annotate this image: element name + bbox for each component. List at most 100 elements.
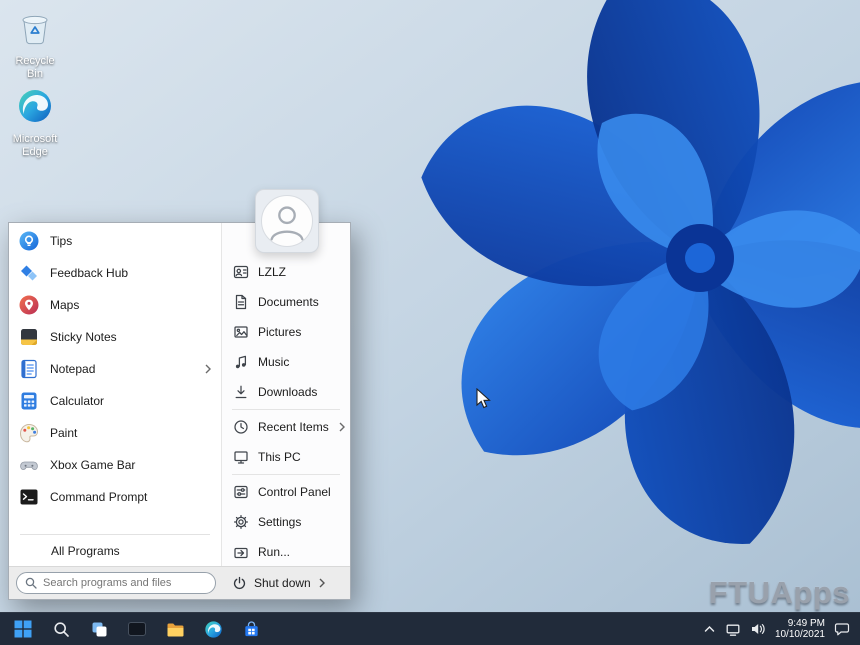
start-menu-item-label: Run... [258, 545, 291, 559]
desktop-icon-microsoft-edge[interactable]: Microsoft Edge [6, 86, 64, 158]
desktop: Recycle Bin Microsoft Edge FTUApps Tips … [0, 0, 860, 645]
all-programs-button[interactable]: All Programs [9, 537, 221, 564]
start-menu-item-label: LZLZ [258, 265, 287, 279]
start-menu-item-settings[interactable]: Settings [222, 507, 350, 537]
start-menu-item-label: Calculator [50, 394, 105, 408]
desktop-icon-recycle-bin[interactable]: Recycle Bin [6, 8, 64, 80]
volume-button[interactable] [750, 622, 766, 636]
calculator-icon [18, 390, 40, 412]
network-button[interactable] [725, 622, 741, 637]
start-menu: Tips Feedback Hub Maps Sticky Notes Note… [8, 189, 351, 600]
picture-icon [234, 326, 248, 338]
person-icon [270, 206, 304, 241]
start-menu-bottom-bar: Shut down [9, 566, 350, 599]
divider [20, 534, 210, 535]
start-menu-item-maps[interactable]: Maps [9, 289, 221, 321]
start-menu-item-label: Notepad [50, 362, 96, 376]
start-menu-item-pictures[interactable]: Pictures [222, 317, 350, 347]
task-view-icon [92, 622, 106, 636]
watermark: FTUApps [708, 575, 850, 610]
pinned-app-button[interactable] [122, 615, 152, 644]
start-menu-item-label: Control Panel [258, 485, 331, 499]
search-icon [25, 577, 37, 589]
computer-icon [234, 451, 248, 464]
user-avatar-tile[interactable] [255, 189, 319, 253]
start-menu-item-sticky-notes[interactable]: Sticky Notes [9, 321, 221, 353]
start-menu-item-tips[interactable]: Tips [9, 225, 221, 257]
microsoft-store-button[interactable] [236, 615, 266, 644]
divider [232, 409, 340, 410]
paint-icon [18, 422, 40, 444]
taskbar-clock[interactable]: 9:49 PM 10/10/2021 [775, 618, 825, 641]
network-icon [726, 624, 740, 636]
start-menu-item-label: Maps [50, 298, 80, 312]
dark-window-icon [128, 622, 146, 636]
start-menu-item-downloads[interactable]: Downloads [222, 377, 350, 407]
start-menu-item-label: Tips [50, 234, 73, 248]
search-input[interactable] [43, 577, 207, 589]
start-menu-item-control-panel[interactable]: Control Panel [222, 477, 350, 507]
run-icon [234, 547, 248, 559]
shut-down-chevron-icon [319, 578, 325, 588]
search-box[interactable] [16, 572, 216, 594]
notifications-button[interactable] [834, 621, 850, 637]
start-menu-item-feedback-hub[interactable]: Feedback Hub [9, 257, 221, 289]
tray-chevron-up-button[interactable] [703, 623, 716, 635]
start-menu-item-this-pc[interactable]: This PC [222, 442, 350, 472]
all-programs-label: All Programs [51, 543, 120, 558]
shut-down-label: Shut down [254, 576, 311, 590]
power-icon [233, 576, 246, 589]
folder-icon [167, 623, 183, 636]
maps-icon [18, 294, 40, 316]
desktop-icon-label: Recycle Bin [15, 55, 55, 80]
clock-icon [234, 420, 248, 434]
task-view-button[interactable] [84, 615, 114, 644]
start-menu-item-label: Pictures [258, 325, 302, 339]
gear-icon [233, 514, 249, 530]
notepad-icon [18, 358, 40, 380]
taskbar: 9:49 PM 10/10/2021 [0, 612, 860, 645]
music-icon [235, 355, 247, 369]
desktop-icon-label: Microsoft Edge [12, 133, 58, 158]
start-menu-item-paint[interactable]: Paint [9, 417, 221, 449]
start-menu-item-label: Command Prompt [50, 490, 148, 504]
download-icon [235, 385, 247, 399]
start-menu-item-user-folder[interactable]: LZLZ [222, 257, 350, 287]
start-menu-left-panel: Tips Feedback Hub Maps Sticky Notes Note… [9, 223, 221, 566]
edge-button[interactable] [198, 615, 228, 644]
edge-icon [204, 620, 222, 638]
mouse-cursor [476, 387, 493, 415]
start-button[interactable] [8, 615, 38, 644]
start-menu-item-label: Settings [258, 515, 302, 529]
start-menu-item-xbox-game-bar[interactable]: Xbox Game Bar [9, 449, 221, 481]
start-menu-item-documents[interactable]: Documents [222, 287, 350, 317]
start-menu-item-label: Documents [258, 295, 319, 309]
taskbar-search-button[interactable] [46, 615, 76, 644]
start-menu-item-recent-items[interactable]: Recent Items [222, 412, 350, 442]
edge-icon [19, 90, 51, 122]
speaker-icon [751, 624, 765, 634]
file-explorer-button[interactable] [160, 615, 190, 644]
start-menu-item-label: Sticky Notes [50, 330, 117, 344]
start-menu-item-command-prompt[interactable]: Command Prompt [9, 481, 221, 513]
tips-icon [18, 230, 40, 252]
user-avatar [261, 195, 313, 247]
start-menu-item-notepad[interactable]: Notepad [9, 353, 221, 385]
sticky-notes-icon [18, 326, 40, 348]
start-menu-item-label: Xbox Game Bar [50, 458, 136, 472]
submenu-chevron-icon [204, 364, 212, 374]
feedback-hub-icon [18, 262, 40, 284]
start-menu-item-label: Downloads [258, 385, 318, 399]
control-panel-icon [234, 485, 248, 499]
start-menu-right-panel: LZLZ Documents Pictures Music Downloads … [221, 223, 350, 566]
shut-down-button[interactable]: Shut down [232, 576, 326, 591]
start-menu-item-label: Recent Items [258, 420, 329, 434]
search-icon [53, 621, 69, 637]
start-menu-item-calculator[interactable]: Calculator [9, 385, 221, 417]
start-menu-item-music[interactable]: Music [222, 347, 350, 377]
divider [232, 474, 340, 475]
start-menu-item-label: Music [258, 355, 290, 369]
windows-logo-icon [14, 620, 32, 638]
start-menu-item-run[interactable]: Run... [222, 537, 350, 567]
clock-time: 9:49 PM [787, 617, 825, 629]
